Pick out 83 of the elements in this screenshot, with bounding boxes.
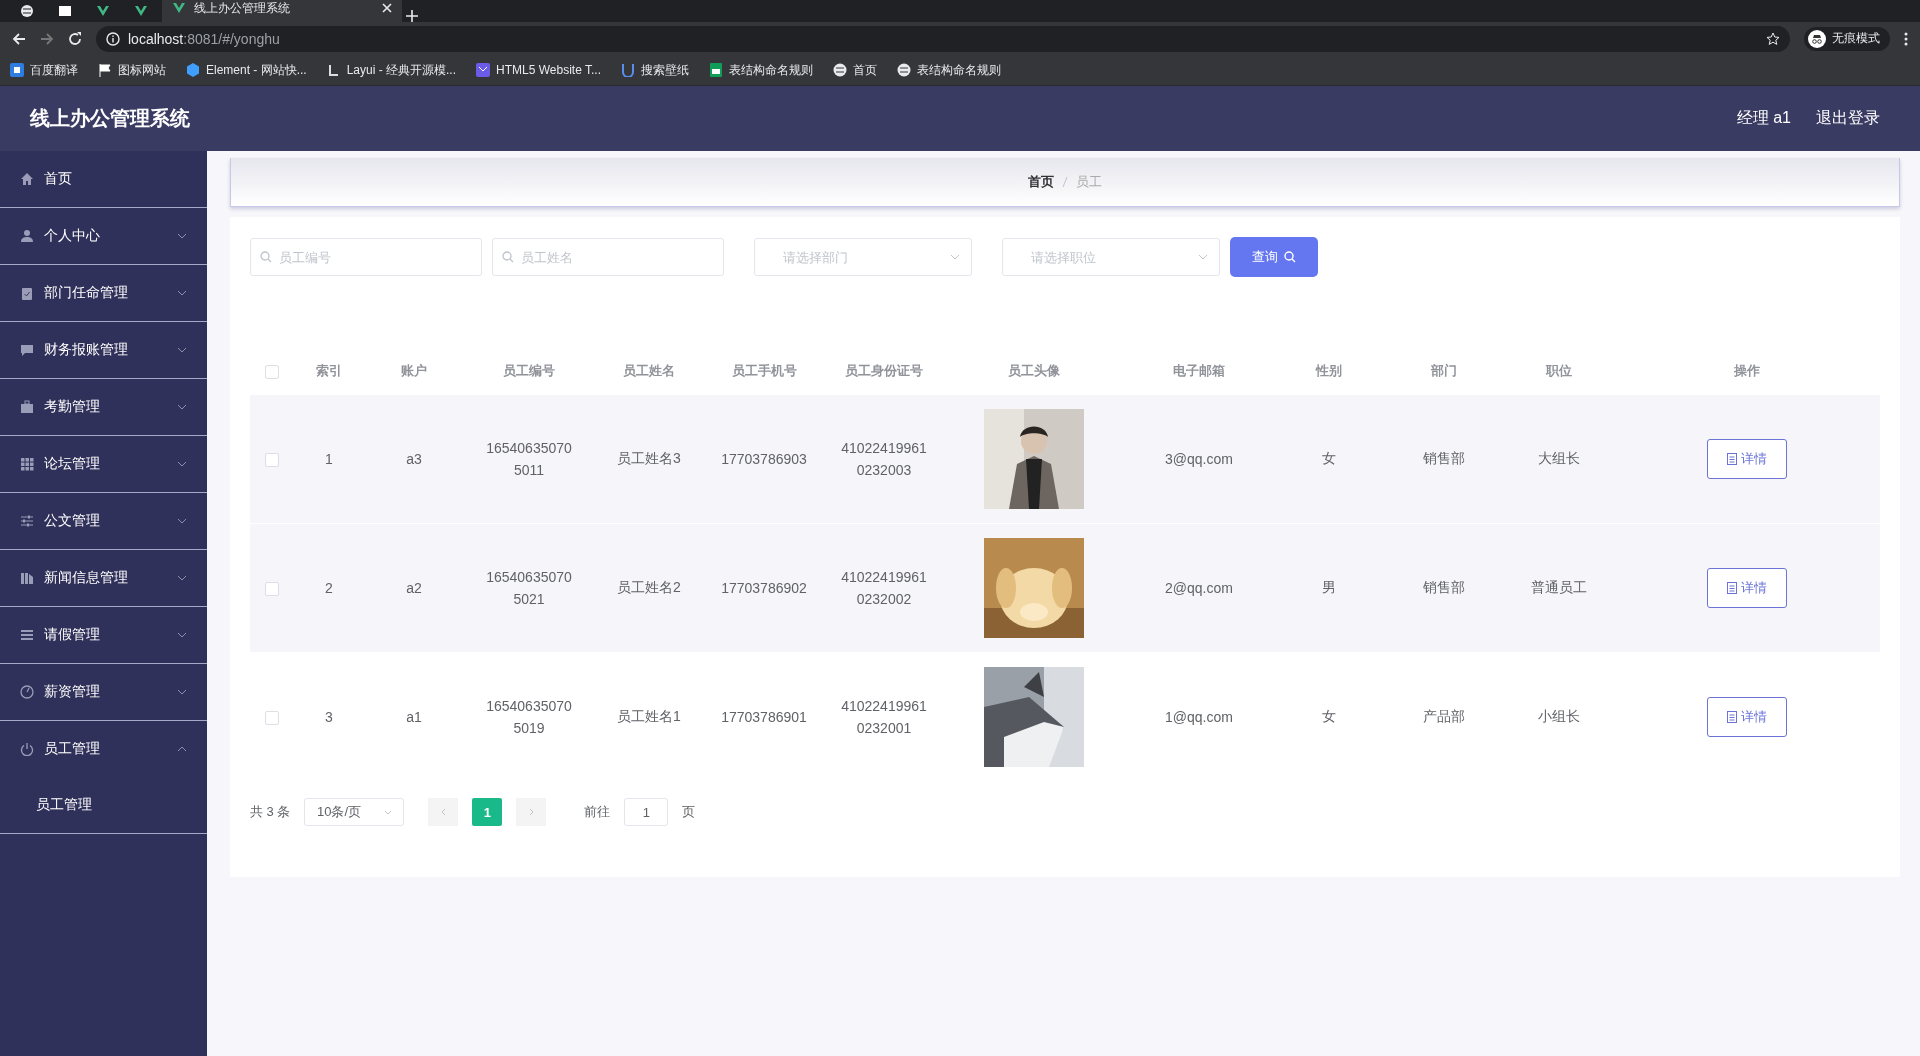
table-cell-text: 165406350705011: [486, 438, 572, 480]
table-cell: 销售部: [1423, 579, 1465, 595]
menu-item[interactable]: 考勤管理: [0, 379, 207, 436]
menu-item[interactable]: 财务报账管理: [0, 322, 207, 379]
menu-item[interactable]: 新闻信息管理: [0, 550, 207, 607]
menu-item[interactable]: 员工管理: [0, 721, 207, 777]
table-cell: 17703786902: [721, 580, 807, 596]
column-header: 员工身份证号: [845, 363, 923, 378]
bookmark[interactable]: 表结构命名规则: [709, 61, 813, 79]
column-header: 员工编号: [503, 363, 555, 378]
table-cell: 3@qq.com: [1165, 451, 1233, 467]
address-bar[interactable]: localhost:8081/#/yonghu: [96, 25, 1790, 52]
column-header: 员工头像: [1008, 363, 1060, 378]
menu-item[interactable]: 首页: [0, 151, 207, 208]
column-header: 操作: [1734, 363, 1760, 378]
table-cell-text: 410224199610232003: [841, 438, 927, 480]
search-field[interactable]: 员工编号: [250, 238, 482, 276]
details-button[interactable]: 详情: [1707, 439, 1787, 479]
logout-link[interactable]: 退出登录: [1816, 108, 1880, 129]
table-cell-text: 410224199610232001: [841, 696, 927, 738]
table-cell: 大组长: [1538, 450, 1580, 466]
query-button[interactable]: 查询: [1230, 237, 1318, 277]
table-cell: 17703786901: [721, 709, 807, 725]
table-cell: a1: [406, 709, 422, 725]
menu-item[interactable]: 论坛管理: [0, 436, 207, 493]
table-cell: 17703786903: [721, 451, 807, 467]
breadcrumb-link[interactable]: 首页: [1028, 173, 1054, 191]
table-cell: 员工姓名2: [617, 579, 681, 595]
bookmark[interactable]: 图标网站: [98, 61, 166, 79]
submenu-item[interactable]: 员工管理: [0, 777, 207, 834]
incognito-button[interactable]: 无痕模式: [1804, 26, 1890, 51]
table-cell: 男: [1322, 579, 1336, 595]
search-field[interactable]: 员工姓名: [492, 238, 724, 276]
bookmark[interactable]: 表结构命名规则: [897, 61, 1001, 79]
table-cell: 2: [325, 580, 333, 596]
column-header: 索引: [316, 363, 342, 378]
total-count: 共 3 条: [250, 803, 291, 821]
tab-title: 线上办公管理系统: [194, 0, 291, 17]
page-input[interactable]: 1: [624, 798, 669, 826]
bookmark[interactable]: Element - 网站快...: [186, 61, 307, 79]
column-header: 性别: [1316, 363, 1342, 378]
table-cell: 产品部: [1423, 708, 1465, 724]
goto-label: 前往: [584, 803, 611, 821]
details-button[interactable]: 详情: [1707, 568, 1787, 608]
menu-item[interactable]: 个人中心: [0, 208, 207, 265]
table-cell-text: 410224199610232002: [841, 567, 927, 609]
bookmark[interactable]: 百度翻译: [10, 61, 78, 79]
table-cell: a3: [406, 451, 422, 467]
table-cell-text: 165406350705021: [486, 567, 572, 609]
table-cell: 员工姓名3: [617, 450, 681, 466]
user-name: 经理 a1: [1736, 108, 1791, 128]
bookmark[interactable]: 首页: [833, 61, 877, 79]
app-title: 线上办公管理系统: [30, 106, 191, 131]
menu-item[interactable]: 请假管理: [0, 607, 207, 664]
details-button[interactable]: 详情: [1707, 697, 1787, 737]
table-cell: 销售部: [1423, 450, 1465, 466]
url-text: localhost:8081/#/yonghu: [128, 30, 280, 47]
table-cell: 员工姓名1: [617, 708, 681, 724]
table-cell: a2: [406, 580, 422, 596]
bookmark[interactable]: HTML5 Website T...: [476, 63, 601, 77]
table-cell: 3: [325, 709, 333, 725]
column-header: 职位: [1546, 363, 1572, 378]
page-unit: 页: [682, 803, 696, 821]
table-cell: 1@qq.com: [1165, 709, 1233, 725]
bookmark[interactable]: 搜索壁纸: [621, 61, 689, 79]
browser-tab[interactable]: 线上办公管理系统: [162, 0, 402, 22]
table-cell: 女: [1322, 450, 1336, 466]
bookmark[interactable]: Layui - 经典开源模...: [326, 61, 457, 79]
column-header: 员工手机号: [731, 363, 797, 378]
column-header: 账户: [401, 363, 427, 378]
column-header: 员工姓名: [623, 363, 675, 378]
table-cell: 普通员工: [1531, 579, 1587, 595]
table-cell: 2@qq.com: [1165, 580, 1233, 596]
page-size-select[interactable]: 10条/页: [304, 798, 405, 826]
menu-item[interactable]: 部门任命管理: [0, 265, 207, 322]
table-cell-text: 165406350705019: [486, 696, 572, 738]
table-cell: 女: [1322, 708, 1336, 724]
column-header: 电子邮箱: [1173, 363, 1225, 378]
table-cell: 1: [325, 451, 333, 467]
column-header: 部门: [1431, 363, 1457, 378]
menu-item[interactable]: 薪资管理: [0, 664, 207, 721]
menu-item[interactable]: 公文管理: [0, 493, 207, 550]
table-cell: 小组长: [1538, 708, 1580, 724]
